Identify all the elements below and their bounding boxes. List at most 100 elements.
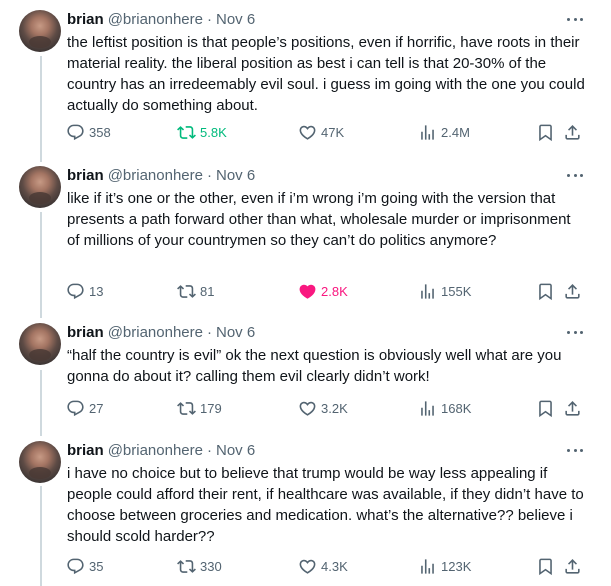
heart-icon [299,559,316,574]
tweet[interactable]: brian @brianonhere · Nov 6 the leftist p… [0,0,611,156]
retweet-count: 330 [200,558,222,574]
retweet-icon [177,125,196,139]
tweet-header: brian @brianonhere · Nov 6 [67,323,591,343]
separator-dot: · [206,324,212,341]
author-name[interactable]: brian [67,166,104,186]
share-button[interactable] [563,122,582,142]
author-name[interactable]: brian [67,323,104,343]
heart-icon [299,125,316,140]
tweet-header: brian @brianonhere · Nov 6 [67,166,591,186]
views-button[interactable]: 2.4M [418,122,470,142]
like-count: 2.8K [321,283,348,299]
tweet[interactable]: brian @brianonhere · Nov 6 “half the cou… [0,313,611,431]
author-name[interactable]: brian [67,441,104,461]
tweet-actions: 358 5.8K 47K 2.4M [66,122,586,142]
reply-button[interactable]: 35 [66,556,103,576]
reply-icon [67,283,84,299]
more-dots-icon[interactable] [567,174,583,178]
heart-icon [299,284,316,299]
share-icon [565,283,580,299]
retweet-icon [177,559,196,573]
tweet-text: “half the country is evil” ok the next q… [67,347,562,385]
views-button[interactable]: 155K [418,281,471,301]
bookmark-icon [539,558,552,575]
share-button[interactable] [563,556,582,576]
tweet[interactable]: brian @brianonhere · Nov 6 i have no cho… [0,431,611,586]
share-button[interactable] [563,281,582,301]
avatar[interactable] [19,166,61,208]
tweet-date[interactable]: Nov 6 [216,10,255,30]
avatar[interactable] [19,10,61,52]
reply-count: 35 [89,558,104,574]
tweet[interactable]: brian @brianonhere · Nov 6 like if it’s … [0,156,611,312]
views-chart-icon [421,400,434,416]
reply-icon [67,124,84,140]
reply-button[interactable]: 358 [66,122,111,142]
like-button[interactable]: 4.3K [298,556,348,576]
separator-dot: · [206,442,212,459]
reply-count: 27 [89,400,104,416]
separator-dot: · [206,167,212,184]
share-icon [565,558,580,574]
bookmark-button[interactable] [536,556,555,576]
like-count: 3.2K [321,400,348,416]
tweet-actions: 13 81 2.8K 155K [66,281,586,301]
retweet-count: 5.8K [200,124,227,140]
author-handle[interactable]: @brianonhere [108,166,203,186]
like-button[interactable]: 2.8K [298,281,348,301]
bookmark-icon [539,283,552,300]
more-dots-icon[interactable] [567,331,583,335]
views-count: 168K [441,400,472,416]
tweet-text: like if it’s one or the other, even if i… [67,190,571,249]
share-button[interactable] [563,398,582,418]
bookmark-button[interactable] [536,122,555,142]
views-button[interactable]: 123K [418,556,471,576]
reply-count: 358 [89,124,111,140]
reply-button[interactable]: 27 [66,398,103,418]
retweet-button[interactable]: 179 [177,398,222,418]
avatar[interactable] [19,323,61,365]
author-name[interactable]: brian [67,10,104,30]
bookmark-button[interactable] [536,398,555,418]
retweet-button[interactable]: 81 [177,281,214,301]
bookmark-button[interactable] [536,281,555,301]
reply-button[interactable]: 13 [66,281,103,301]
bookmark-icon [539,400,552,417]
tweet-date[interactable]: Nov 6 [216,166,255,186]
retweet-count: 81 [200,283,215,299]
author-handle[interactable]: @brianonhere [108,10,203,30]
tweet-thread: brian @brianonhere · Nov 6 the leftist p… [0,0,611,586]
more-dots-icon[interactable] [567,18,583,22]
tweet-date[interactable]: Nov 6 [216,441,255,461]
tweet-header: brian @brianonhere · Nov 6 [67,10,591,30]
tweet-actions: 27 179 3.2K 168K [66,398,586,418]
tweet-text: the leftist position is that people’s po… [67,34,585,114]
reply-count: 13 [89,283,104,299]
retweet-count: 179 [200,400,222,416]
retweet-icon [177,401,196,415]
avatar[interactable] [19,441,61,483]
separator-dot: · [206,11,212,28]
views-count: 123K [441,558,472,574]
retweet-button[interactable]: 5.8K [177,122,227,142]
bookmark-icon [539,124,552,141]
views-chart-icon [421,558,434,574]
more-dots-icon[interactable] [567,449,583,453]
like-button[interactable]: 47K [298,122,344,142]
views-count: 2.4M [441,124,470,140]
like-count: 47K [321,124,345,140]
tweet-header: brian @brianonhere · Nov 6 [67,441,591,461]
tweet-date[interactable]: Nov 6 [216,323,255,343]
retweet-button[interactable]: 330 [177,556,222,576]
like-button[interactable]: 3.2K [298,398,348,418]
heart-icon [299,401,316,416]
author-handle[interactable]: @brianonhere [108,441,203,461]
tweet-text: i have no choice but to believe that tru… [67,465,584,545]
views-button[interactable]: 168K [418,398,471,418]
share-icon [565,124,580,140]
views-chart-icon [421,124,434,140]
reply-icon [67,400,84,416]
author-handle[interactable]: @brianonhere [108,323,203,343]
retweet-icon [177,284,196,298]
views-count: 155K [441,283,472,299]
